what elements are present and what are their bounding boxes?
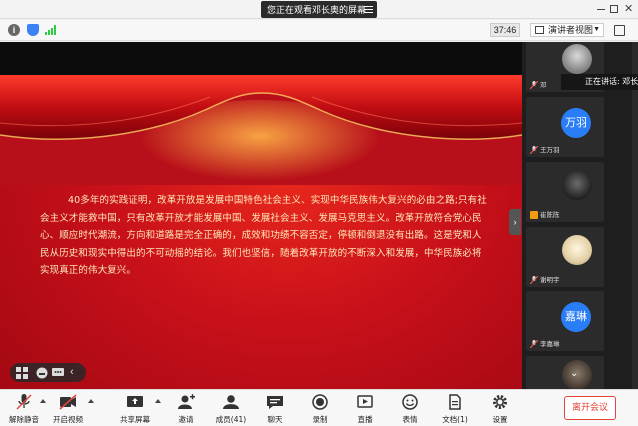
documents-button[interactable]: 文档(1) (433, 393, 477, 425)
shield-icon[interactable] (27, 24, 39, 36)
share-options-caret[interactable] (155, 399, 161, 403)
avatar (562, 44, 592, 74)
minimize-icon[interactable] (596, 4, 606, 14)
meeting-timer: 37:46 (490, 23, 520, 37)
participant-tile[interactable]: 万羽 王万羽 (526, 97, 604, 157)
reactions-button[interactable]: 表情 (388, 393, 432, 425)
settings-label: 设置 (492, 415, 508, 424)
layout-icon (535, 26, 544, 34)
video-off-icon (59, 394, 77, 410)
panel-collapse-toggle[interactable]: › (509, 209, 521, 235)
panel-scrollbar[interactable] (632, 42, 638, 389)
scroll-down-icon[interactable]: ⌄ (570, 368, 578, 379)
participant-name: 王万羽 (528, 145, 560, 155)
gear-icon (493, 395, 507, 409)
participant-tile[interactable]: 崔陈陈 (526, 162, 604, 222)
participant-tile[interactable]: ⌄ (526, 356, 604, 389)
members-icon (223, 395, 239, 409)
shared-screen: 40多年的实践证明，改革开放是发展中国特色社会主义、实现中华民族伟大复兴的必由之… (0, 42, 522, 389)
avatar (562, 170, 592, 200)
share-screen-icon (127, 396, 143, 407)
info-icon[interactable]: i (8, 24, 20, 36)
share-screen-label: 共享屏幕 (120, 415, 150, 424)
emoji-icon[interactable] (36, 366, 48, 379)
participant-name: 谢明宇 (528, 275, 560, 285)
chevron-down-icon: ▼ (593, 26, 600, 33)
share-notice-text: 您正在观看邓长奥的屏幕 (267, 5, 367, 15)
collapse-left-icon[interactable]: ‹ (70, 366, 82, 378)
start-video-label: 开启视频 (53, 415, 83, 424)
speaking-label: 正在讲话: 邓长 (585, 77, 638, 86)
share-screen-button[interactable]: 共享屏幕 (113, 393, 157, 425)
participant-tile[interactable]: 谢明宇 (526, 227, 604, 287)
live-icon (357, 395, 373, 408)
participant-name: 崔陈陈 (528, 210, 560, 220)
avatar (562, 235, 592, 265)
annotation-apps-icon[interactable] (16, 366, 28, 379)
record-icon (312, 394, 328, 410)
chat-icon (267, 396, 283, 409)
participant-name: 李嘉琳 (528, 339, 560, 349)
active-speaker-indicator: 正在讲话: 邓长 (561, 74, 638, 90)
fullscreen-icon[interactable] (614, 25, 625, 36)
participant-name: 邓 (528, 80, 547, 90)
add-user-icon (178, 394, 195, 409)
view-mode-label: 演讲者视图 (548, 25, 594, 35)
meeting-info-bar: i 37:46 演讲者视图 ▼ (0, 20, 638, 41)
curtain-decoration (0, 75, 522, 185)
hamburger-menu-icon[interactable] (364, 4, 373, 14)
annotation-toolbar: ‹ (10, 363, 86, 382)
record-button[interactable]: 录制 (298, 393, 342, 425)
mic-muted-icon (530, 276, 538, 284)
live-stream-button[interactable]: 直播 (343, 393, 387, 425)
smiley-icon (402, 394, 418, 410)
mic-muted-icon (530, 146, 538, 154)
settings-button[interactable]: 设置 (478, 393, 522, 425)
avatar: 万羽 (561, 108, 591, 138)
mic-muted-icon (16, 394, 32, 410)
document-icon (449, 394, 461, 410)
maximize-icon[interactable] (610, 5, 618, 13)
leave-meeting-button[interactable]: 离开会议 (564, 396, 616, 420)
avatar: 嘉琳 (561, 302, 591, 332)
mic-muted-icon (530, 340, 538, 348)
screen-share-banner[interactable]: 您正在观看邓长奥的屏幕 (261, 1, 377, 18)
participant-tile[interactable]: 嘉琳 李嘉琳 (526, 291, 604, 351)
network-signal-icon[interactable] (45, 25, 57, 35)
chat-button[interactable]: 聊天 (253, 393, 297, 425)
meeting-controls: 解除静音 开启视频 共享屏幕 邀请 成员(41) 聊天 录制 直播 表情 文档(… (0, 389, 638, 426)
video-icon (530, 211, 538, 219)
start-video-button[interactable]: 开启视频 (46, 393, 90, 425)
video-options-caret[interactable] (88, 399, 94, 403)
view-mode-dropdown[interactable]: 演讲者视图 ▼ (530, 23, 604, 37)
close-icon[interactable]: ✕ (624, 4, 634, 15)
comment-icon[interactable] (52, 366, 64, 378)
meeting-window: 您正在观看邓长奥的屏幕 ✕ i 37:46 演讲者视图 ▼ 40多年的实践证明，… (0, 0, 638, 426)
slide-paragraph: 40多年的实践证明，改革开放是发展中国特色社会主义、实现中华民族伟大复兴的必由之… (40, 195, 487, 276)
mic-muted-icon (530, 81, 538, 89)
title-bar: 您正在观看邓长奥的屏幕 ✕ (0, 0, 638, 19)
invite-button[interactable]: 邀请 (164, 393, 208, 425)
